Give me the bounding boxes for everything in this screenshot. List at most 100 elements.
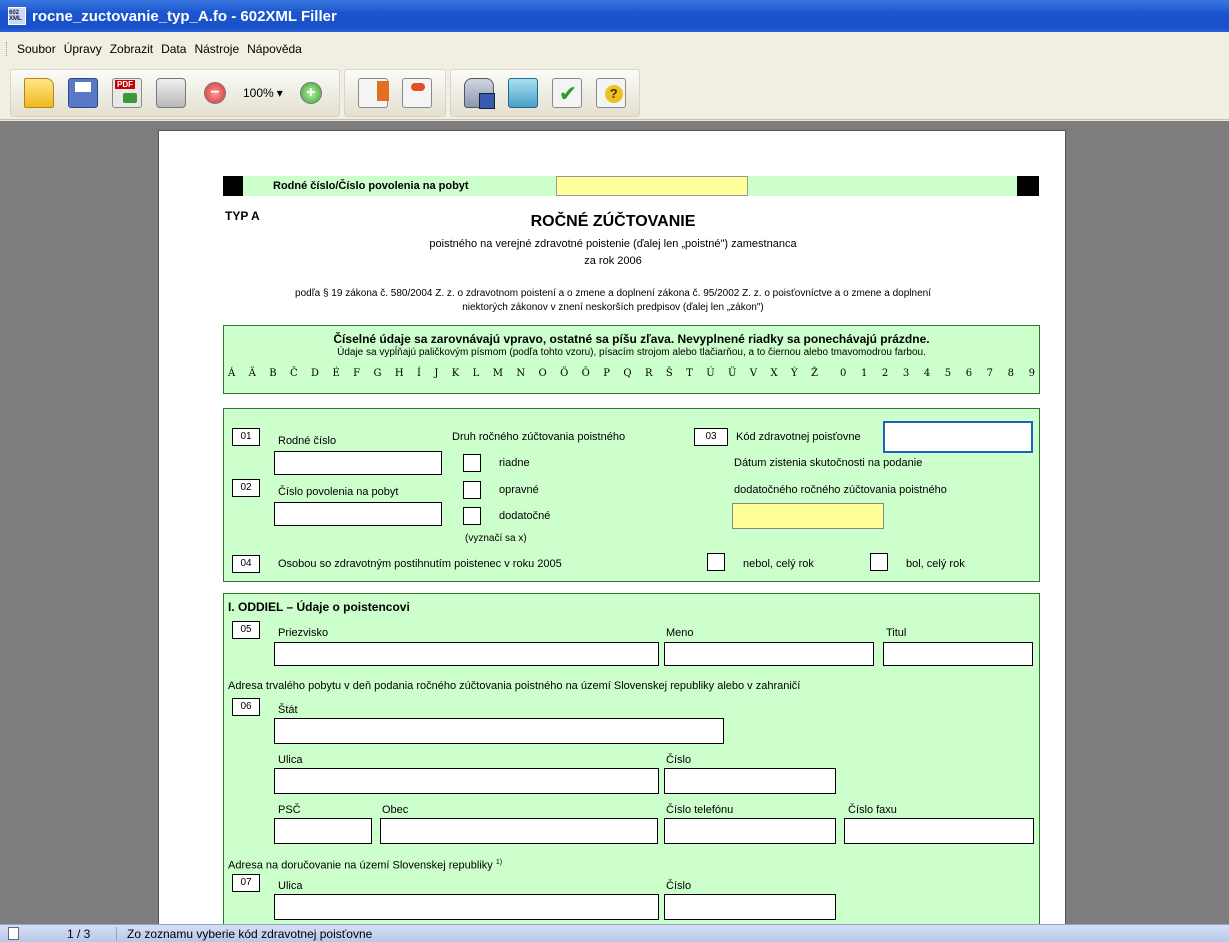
menu-soubor[interactable]: Soubor	[13, 40, 60, 58]
window-title: rocne_zuctovanie_typ_A.fo - 602XML Fille…	[32, 7, 337, 25]
priezvisko-input[interactable]	[274, 642, 659, 666]
law-reference-line1: podľa § 19 zákona č. 580/2004 Z. z. o zd…	[295, 288, 931, 299]
psc-input[interactable]	[274, 818, 372, 844]
sample-digit: 7	[986, 368, 994, 379]
save-button[interactable]	[64, 74, 102, 112]
database-save-button[interactable]	[460, 74, 498, 112]
menu-upravy[interactable]: Úpravy	[60, 40, 106, 58]
sample-char: Ý	[791, 368, 798, 379]
telefon-input[interactable]	[664, 818, 836, 844]
sample-digit: 0	[840, 368, 847, 379]
zoom-in-button[interactable]: +	[292, 74, 330, 112]
export-pdf-button[interactable]	[108, 74, 146, 112]
app-icon: 602 XML	[8, 7, 26, 25]
id-bar-label: Rodné číslo/Číslo povolenia na pobyt	[273, 180, 469, 192]
toolbar-group-tools	[449, 68, 640, 117]
import-data-button[interactable]	[354, 74, 392, 112]
save-icon	[68, 77, 98, 108]
sample-char: Č	[290, 368, 298, 379]
instructions-box: Číselné údaje sa zarovnávajú vpravo, ost…	[223, 325, 1040, 394]
form-year: za rok 2006	[584, 255, 642, 267]
checkmark-document-icon	[551, 77, 582, 108]
export-data-button[interactable]	[398, 74, 436, 112]
menu-zobrazit[interactable]: Zobrazit	[106, 40, 157, 58]
sample-digit: 3	[902, 368, 910, 379]
zoom-out-button[interactable]: −	[196, 74, 234, 112]
ulica2-input[interactable]	[274, 894, 659, 920]
fax-input[interactable]	[844, 818, 1034, 844]
ulica-label: Ulica	[278, 754, 303, 766]
toolbar: − 100% ▾ +	[0, 66, 1229, 120]
sample-digit: 5	[944, 368, 952, 379]
sample-char: P	[603, 368, 610, 379]
status-bar: 1 / 3 Zo zoznamu vyberie kód zdravotnej …	[0, 924, 1229, 942]
help-button[interactable]	[592, 74, 630, 112]
sample-char: Ú	[706, 368, 715, 379]
cislo-povolenia-input[interactable]	[274, 502, 442, 526]
bol-checkbox[interactable]	[870, 553, 888, 571]
ulica-input[interactable]	[274, 768, 659, 794]
bol-label: bol, celý rok	[906, 558, 965, 570]
field-number-02: 02	[232, 479, 260, 497]
dodatocne-checkbox[interactable]	[463, 507, 481, 525]
psc-label: PSČ	[278, 804, 301, 816]
form-subtitle: poistného na verejné zdravotné poistenie…	[429, 238, 797, 250]
datum-zistenia-label1: Dátum zistenia skutočnosti na podanie	[734, 457, 923, 469]
validate-button[interactable]	[548, 74, 586, 112]
titul-label: Titul	[886, 627, 907, 639]
calculator-icon	[507, 77, 538, 108]
sample-digit: 1	[860, 368, 868, 379]
meno-input[interactable]	[664, 642, 874, 666]
document-workspace[interactable]: Rodné číslo/Číslo povolenia na pobyt TYP…	[0, 121, 1229, 924]
druh-zuctovania-label: Druh ročného zúčtovania poistného	[452, 431, 626, 443]
menu-grip	[6, 42, 9, 56]
id-bar-input[interactable]	[556, 176, 748, 196]
vyznaci-note: (vyznačí sa x)	[465, 533, 527, 544]
section-header: I. ODDIEL – Údaje o poistencovi	[228, 600, 410, 614]
sample-digit: 9	[1028, 368, 1035, 379]
alphabet-sample: Á Ä B Č D É F G H Í J K L M N O Ö Ô P Q	[228, 368, 818, 379]
menu-napoveda[interactable]: Nápověda	[243, 40, 306, 58]
opravne-checkbox[interactable]	[463, 481, 481, 499]
corner-marker-left	[223, 176, 243, 196]
calculate-button[interactable]	[504, 74, 542, 112]
sample-char: Ö	[560, 368, 569, 379]
printer-icon	[156, 77, 186, 108]
cislo-input[interactable]	[664, 768, 836, 794]
field-number-03: 03	[694, 428, 728, 446]
obec-input[interactable]	[380, 818, 658, 844]
insured-person-section: I. ODDIEL – Údaje o poistencovi 05 Priez…	[223, 593, 1040, 924]
rodne-cislo-input[interactable]	[274, 451, 442, 475]
law-reference-line2: niektorých zákonov v znení neskorších pr…	[462, 302, 764, 313]
print-button[interactable]	[152, 74, 190, 112]
riadne-label: riadne	[499, 457, 530, 469]
stat-input[interactable]	[274, 718, 724, 744]
zoom-select[interactable]: 100% ▾	[243, 86, 283, 100]
datum-zistenia-input[interactable]	[732, 503, 884, 529]
page-indicator: 1 / 3	[37, 926, 117, 941]
menu-data[interactable]: Data	[157, 40, 190, 58]
cislo-povolenia-label: Číslo povolenia na pobyt	[278, 486, 399, 498]
menu-nastroje[interactable]: Nástroje	[190, 40, 243, 58]
kod-poistovne-input[interactable]	[883, 421, 1033, 453]
open-button[interactable]	[20, 74, 58, 112]
sample-char: M	[492, 368, 503, 379]
pdf-export-icon	[112, 77, 142, 108]
meno-label: Meno	[666, 627, 694, 639]
cislo2-input[interactable]	[664, 894, 836, 920]
sample-char: G	[373, 368, 382, 379]
nebol-checkbox[interactable]	[707, 553, 725, 571]
nebol-label: nebol, celý rok	[743, 558, 814, 570]
cislo-label: Číslo	[666, 754, 692, 766]
dorucovanie-text: Adresa na doručovanie na území Slovenske…	[228, 859, 493, 872]
zoom-in-icon: +	[299, 81, 322, 104]
rodne-cislo-label: Rodné číslo	[278, 435, 337, 447]
sample-char: Š	[665, 368, 673, 379]
digit-sample: 0 1 2 3 4 5 6 7 8 9	[840, 368, 1035, 379]
field-number-01: 01	[232, 428, 260, 446]
riadne-checkbox[interactable]	[463, 454, 481, 472]
titul-input[interactable]	[883, 642, 1033, 666]
field-number-05: 05	[232, 621, 260, 639]
obec-label: Obec	[382, 804, 409, 816]
stat-label: Štát	[278, 704, 298, 716]
